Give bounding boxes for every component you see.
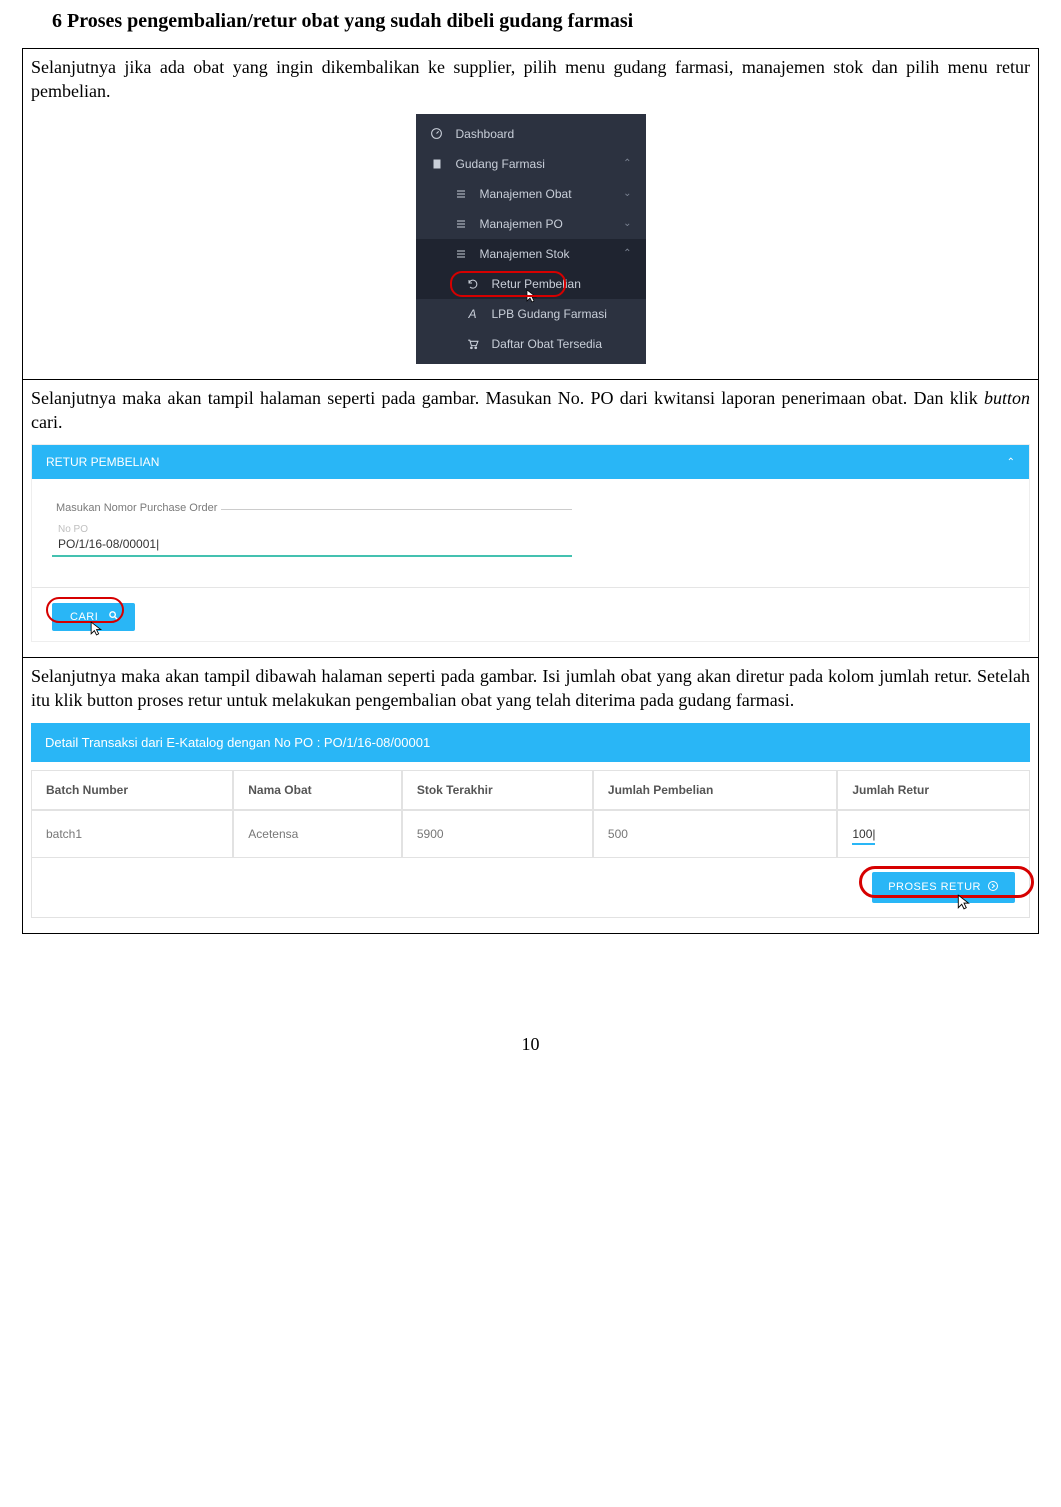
chevron-up-icon: ⌃ xyxy=(623,248,631,259)
sidebar-item-label: Dashboard xyxy=(456,127,515,141)
sidebar-screenshot: Dashboard Gudang Farmasi ⌃ Manajemen Oba… xyxy=(416,114,646,364)
cell-retur: 100| xyxy=(837,810,1030,858)
cell-nama: Acetensa xyxy=(233,810,402,858)
po-input[interactable]: PO/1/16-08/00001| xyxy=(52,535,572,557)
cursor-icon xyxy=(90,621,103,639)
dashboard-icon xyxy=(430,127,444,140)
step-2-box: Selanjutnya maka akan tampil halaman sep… xyxy=(22,380,1039,659)
cell-batch: batch1 xyxy=(31,810,233,858)
retur-pembelian-panel: RETUR PEMBELIAN ⌃ Masukan Nomor Purchase… xyxy=(31,444,1030,642)
list-icon xyxy=(454,219,468,229)
col-stok: Stok Terakhir xyxy=(402,770,593,810)
sidebar-item-label: Manajemen PO xyxy=(480,217,563,231)
section-heading: 6 Proses pengembalian/retur obat yang su… xyxy=(52,10,1039,33)
sidebar-item-label: Manajemen Stok xyxy=(480,247,570,261)
page-number: 10 xyxy=(22,1034,1039,1055)
proses-button-row: PROSES RETUR xyxy=(31,858,1030,918)
building-icon xyxy=(430,158,444,170)
col-retur: Jumlah Retur xyxy=(837,770,1030,810)
cell-jumlah: 500 xyxy=(593,810,837,858)
cell-stok: 5900 xyxy=(402,810,593,858)
cursor-icon xyxy=(526,289,538,306)
annotation-circle xyxy=(859,866,1034,898)
po-label: No PO xyxy=(52,522,1009,535)
detail-header: Detail Transaksi dari E-Katalog dengan N… xyxy=(31,723,1030,762)
step-3-text: Selanjutnya maka akan tampil dibawah hal… xyxy=(31,664,1030,713)
letter-icon: A xyxy=(466,307,480,321)
chevron-down-icon: ⌄ xyxy=(623,218,631,229)
chevron-up-icon: ⌃ xyxy=(1007,457,1015,468)
jumlah-retur-input[interactable]: 100| xyxy=(852,825,875,845)
sidebar-item-manajemen-po[interactable]: Manajemen PO ⌄ xyxy=(416,209,646,239)
table-header-row: Batch Number Nama Obat Stok Terakhir Jum… xyxy=(31,770,1030,810)
col-nama: Nama Obat xyxy=(233,770,402,810)
sidebar-item-daftar-obat[interactable]: Daftar Obat Tersedia xyxy=(416,329,646,359)
col-batch: Batch Number xyxy=(31,770,233,810)
sidebar-item-label: Manajemen Obat xyxy=(480,187,572,201)
sidebar-item-label: Daftar Obat Tersedia xyxy=(492,337,603,351)
table-row: batch1 Acetensa 5900 500 100| xyxy=(31,810,1030,858)
chevron-up-icon: ⌃ xyxy=(623,158,631,169)
cursor-icon xyxy=(957,894,971,914)
panel-title: RETUR PEMBELIAN xyxy=(46,455,159,469)
sidebar-item-gudang-farmasi[interactable]: Gudang Farmasi ⌃ xyxy=(416,149,646,179)
sidebar-item-label: LPB Gudang Farmasi xyxy=(492,307,607,321)
sidebar-item-label: Retur Pembelian xyxy=(492,277,581,291)
list-icon xyxy=(454,189,468,199)
sidebar-item-retur-pembelian[interactable]: Retur Pembelian xyxy=(416,269,646,299)
po-legend: Masukan Nomor Purchase Order xyxy=(52,502,221,514)
undo-icon xyxy=(466,278,480,290)
sidebar-item-label: Gudang Farmasi xyxy=(456,157,545,171)
panel-header[interactable]: RETUR PEMBELIAN ⌃ xyxy=(32,445,1029,479)
step-1-text: Selanjutnya jika ada obat yang ingin dik… xyxy=(31,55,1030,104)
search-button-row: CARI xyxy=(32,587,1029,641)
chevron-down-icon: ⌄ xyxy=(623,188,631,199)
po-fieldset: Masukan Nomor Purchase Order xyxy=(52,509,572,522)
step-2-text: Selanjutnya maka akan tampil halaman sep… xyxy=(31,386,1030,435)
step-3-box: Selanjutnya maka akan tampil dibawah hal… xyxy=(22,658,1039,934)
col-jumlah: Jumlah Pembelian xyxy=(593,770,837,810)
detail-transaksi-panel: Detail Transaksi dari E-Katalog dengan N… xyxy=(31,723,1030,918)
detail-table: Batch Number Nama Obat Stok Terakhir Jum… xyxy=(31,770,1030,858)
sidebar-item-manajemen-stok[interactable]: Manajemen Stok ⌃ xyxy=(416,239,646,269)
list-icon xyxy=(454,249,468,259)
step-1-box: Selanjutnya jika ada obat yang ingin dik… xyxy=(22,48,1039,380)
annotation-circle xyxy=(46,597,124,623)
cart-icon xyxy=(466,338,480,350)
sidebar-item-dashboard[interactable]: Dashboard xyxy=(416,119,646,149)
sidebar-item-manajemen-obat[interactable]: Manajemen Obat ⌄ xyxy=(416,179,646,209)
